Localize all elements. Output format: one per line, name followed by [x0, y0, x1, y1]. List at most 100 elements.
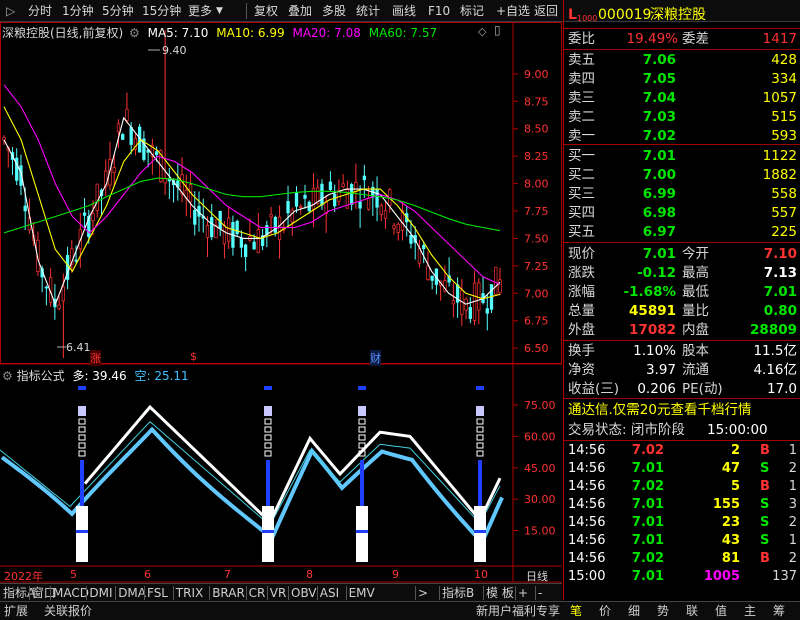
indicator-tab-7[interactable]: BRAR [212, 585, 245, 601]
toolbar-item-minute[interactable]: 分时 [28, 3, 52, 19]
stat-row: 涨跌 -0.12 最高 7.13 [564, 264, 800, 282]
ind-tick-label: 60.00 [524, 430, 556, 443]
indicator-tab-2[interactable]: MACD [53, 585, 89, 601]
tick-count: 2 [788, 461, 797, 476]
signal-blue-bar [478, 460, 482, 508]
ind-tick-label: 15.00 [524, 525, 556, 538]
stat-value: -0.12 [637, 265, 676, 281]
candle-up [61, 286, 66, 302]
panel-tab-6[interactable]: 主 [744, 604, 756, 619]
indicator-tab-14[interactable]: 指标B [442, 585, 474, 601]
toolbar-add-watchlist[interactable]: +自选 [496, 3, 530, 19]
sell-row[interactable]: 卖四 7.05 334 [564, 70, 800, 88]
sell-row[interactable]: 卖三 7.04 1057 [564, 89, 800, 107]
tick-price: 7.02 [631, 551, 664, 566]
chart-settings-icon[interactable]: ⚙ [129, 26, 140, 40]
toolbar-multi-stock[interactable]: 多股 [322, 3, 346, 19]
status-expand[interactable]: 扩展 [4, 604, 28, 619]
panel-tab-7[interactable]: 筹 [773, 604, 785, 619]
tick-count: 2 [788, 515, 797, 530]
y-tick-label: 6.75 [524, 315, 549, 328]
buy-row[interactable]: 买三 6.99 558 [564, 185, 800, 203]
y-tick-label: 8.00 [524, 178, 549, 191]
sell-row[interactable]: 卖二 7.03 515 [564, 108, 800, 126]
chart-header: 深粮控股(日线,前复权) ⚙ MA5: 7.10 MA10: 6.99 MA20… [2, 24, 437, 41]
y-tick-label: 7.75 [524, 205, 549, 218]
panel-tab-5[interactable]: 值 [715, 604, 727, 619]
promo-text[interactable]: 通达信.仅需20元查看千档行情 [568, 401, 751, 419]
panel-tab-2[interactable]: 细 [628, 604, 640, 619]
finance-label: 换手 [568, 343, 595, 359]
panel-tab-4[interactable]: 联 [686, 604, 698, 619]
candle-down [243, 244, 248, 257]
stat-value: 7.01 [642, 246, 676, 262]
buy-row[interactable]: 买五 6.97 225 [564, 223, 800, 241]
tick-volume: 47 [721, 461, 740, 476]
toolbar-item-1min[interactable]: 1分钟 [62, 3, 94, 19]
status-promo[interactable]: 新用户福利专享 [476, 604, 560, 619]
more-dropdown-icon[interactable]: ▼ [216, 3, 223, 19]
indicator-tab-13[interactable]: > [418, 585, 428, 601]
period-arrow-icon[interactable]: ▷ [6, 3, 15, 19]
candle-down [154, 151, 159, 155]
indicator-tab-5[interactable]: FSL [147, 585, 168, 601]
marker-dividend[interactable]: $ [190, 350, 197, 363]
stock-title: 深粮控股(日线,前复权) [2, 26, 124, 40]
toolbar-f10[interactable]: F10 [428, 3, 450, 19]
finance-value: 0.206 [637, 381, 676, 397]
indicator-tab-8[interactable]: CR [249, 585, 266, 601]
sell-volume: 515 [771, 109, 797, 125]
indicator-settings-icon[interactable]: ⚙ [2, 369, 13, 383]
marker-finance[interactable]: 财 [370, 350, 381, 366]
stat-row: 现价 7.01 今开 7.10 [564, 245, 800, 263]
sell-price: 7.05 [642, 71, 676, 87]
toolbar-overlay[interactable]: 叠加 [288, 3, 312, 19]
stat-label-2: 最高 [682, 265, 709, 281]
toolbar-restore-rights[interactable]: 复权 [254, 3, 278, 19]
indicator-tab-16[interactable]: + [518, 585, 528, 601]
indicator-tab-0[interactable]: 指标A [3, 585, 35, 601]
finance-value-2: 17.0 [766, 381, 797, 397]
panel-tab-3[interactable]: 势 [657, 604, 669, 619]
indicator-tab-12[interactable]: EMV [349, 585, 375, 601]
toolbar-item-15min[interactable]: 15分钟 [142, 3, 181, 19]
indicator-tab-3[interactable]: DMI [89, 585, 112, 601]
toolbar-item-more[interactable]: 更多 [188, 3, 212, 19]
finance-label: 收益(三) [568, 381, 620, 397]
chart-area[interactable]: 75.00 60.00 45.00 30.00 15.00 9.00 8.75 8.50 8.… [0, 22, 562, 612]
x-label-year: 2022年 [4, 570, 43, 583]
indicator-tab-17[interactable]: - [538, 585, 542, 601]
period-label[interactable]: 日线 [526, 568, 548, 584]
buy-row[interactable]: 买四 6.98 557 [564, 204, 800, 222]
toolbar-draw-line[interactable]: 画线 [392, 3, 416, 19]
sell-price: 7.03 [642, 109, 676, 125]
indicator-tab-11[interactable]: ASI [320, 585, 339, 601]
promo-row[interactable]: 通达信.仅需20元查看千档行情 [564, 401, 800, 419]
diamond-icon[interactable]: ◇ [478, 25, 486, 38]
candle-down [44, 286, 49, 289]
buy-row[interactable]: 买二 7.00 1882 [564, 166, 800, 184]
sell-row[interactable]: 卖五 7.06 428 [564, 51, 800, 69]
tick-count: 2 [788, 551, 797, 566]
toolbar-item-5min[interactable]: 5分钟 [102, 3, 134, 19]
toolbar-mark[interactable]: 标记 [460, 3, 484, 19]
expand-icon[interactable]: ▯ [494, 23, 501, 37]
toolbar-back[interactable]: 返回 [534, 3, 558, 19]
kline-chart-svg[interactable]: 75.00 60.00 45.00 30.00 15.00 9.00 8.75 8.50 8.… [0, 22, 562, 612]
indicator-tab-15[interactable]: 模 板 [486, 585, 514, 601]
indicator-tab-4[interactable]: DMA [118, 585, 146, 601]
marker-limit-up[interactable]: 涨 [90, 350, 101, 366]
indicator-tab-6[interactable]: TRIX [176, 585, 203, 601]
status-related-quotes[interactable]: 关联报价 [44, 604, 92, 619]
candle-up [116, 123, 121, 133]
indicator-tab-9[interactable]: VR [270, 585, 287, 601]
indicator-group: 75.00 60.00 45.00 30.00 15.00 [0, 386, 556, 562]
sell-row[interactable]: 卖一 7.02 593 [564, 127, 800, 145]
toolbar-statistics[interactable]: 统计 [356, 3, 380, 19]
candle-down [218, 211, 222, 229]
panel-tab-1[interactable]: 价 [599, 604, 611, 619]
candlestick-group [2, 30, 502, 358]
indicator-tab-10[interactable]: OBV [291, 585, 317, 601]
buy-row[interactable]: 买一 7.01 1122 [564, 147, 800, 165]
panel-tab-0[interactable]: 笔 [570, 604, 582, 619]
